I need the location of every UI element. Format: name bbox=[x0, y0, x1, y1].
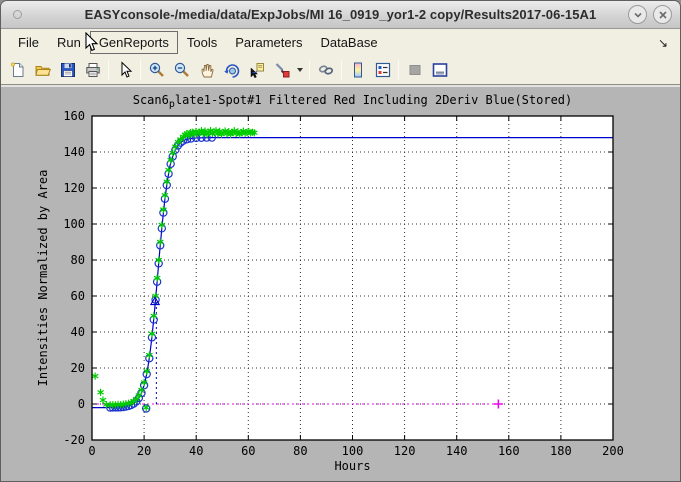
open-file-button[interactable] bbox=[30, 58, 55, 82]
titlebar: EASYconsole-/media/data/ExpJobs/MI 16_09… bbox=[1, 1, 680, 29]
svg-text:20: 20 bbox=[71, 361, 85, 375]
toolbar-separator bbox=[398, 60, 399, 80]
toolbar-separator bbox=[140, 60, 141, 80]
menu-genreports[interactable]: GenReports bbox=[90, 31, 178, 54]
dropdown-arrow-icon bbox=[296, 67, 304, 73]
svg-text:120: 120 bbox=[63, 181, 85, 195]
brush-icon bbox=[273, 61, 291, 79]
close-icon bbox=[658, 10, 668, 20]
hide-plot-tools-button bbox=[402, 58, 427, 82]
open-folder-icon bbox=[34, 61, 52, 79]
legend-icon bbox=[374, 61, 392, 79]
svg-text:140: 140 bbox=[63, 145, 85, 159]
svg-text:60: 60 bbox=[71, 289, 85, 303]
hide-plot-tools-icon bbox=[406, 61, 424, 79]
save-button[interactable] bbox=[55, 58, 80, 82]
link-plot-button[interactable] bbox=[313, 58, 338, 82]
svg-text:40: 40 bbox=[71, 325, 85, 339]
menu-database[interactable]: DataBase bbox=[311, 31, 386, 54]
plot-title: Scan6plate1-Spot#1 Filtered Red Includin… bbox=[133, 93, 573, 110]
pointer-arrow-icon bbox=[116, 61, 134, 79]
svg-text:20: 20 bbox=[137, 444, 151, 458]
menu-run[interactable]: Run bbox=[48, 31, 90, 54]
figure-area[interactable]: 020406080100120140160180200-200204060801… bbox=[1, 85, 680, 482]
svg-text:80: 80 bbox=[293, 444, 307, 458]
brush-options-dropdown[interactable] bbox=[294, 58, 306, 82]
svg-text:0: 0 bbox=[78, 397, 85, 411]
svg-text:0: 0 bbox=[88, 444, 95, 458]
plot-canvas[interactable]: 020406080100120140160180200-200204060801… bbox=[1, 87, 681, 482]
colorbar-icon bbox=[349, 61, 367, 79]
save-floppy-icon bbox=[59, 61, 77, 79]
shade-button[interactable] bbox=[628, 5, 647, 24]
rotate-3d-icon bbox=[223, 61, 241, 79]
menu-file[interactable]: File bbox=[9, 31, 48, 54]
toolbar-separator bbox=[341, 60, 342, 80]
new-file-icon bbox=[9, 61, 27, 79]
rotate-3d-button[interactable] bbox=[219, 58, 244, 82]
svg-text:160: 160 bbox=[498, 444, 520, 458]
toolbar-separator bbox=[309, 60, 310, 80]
x-axis-label: Hours bbox=[334, 459, 370, 473]
dock-figure-icon bbox=[431, 61, 449, 79]
app-window: EASYconsole-/media/data/ExpJobs/MI 16_09… bbox=[0, 0, 681, 482]
svg-text:180: 180 bbox=[550, 444, 572, 458]
link-chain-icon bbox=[317, 61, 335, 79]
toolbar-separator bbox=[108, 60, 109, 80]
zoom-in-button[interactable] bbox=[144, 58, 169, 82]
svg-text:80: 80 bbox=[71, 253, 85, 267]
y-axis-label: Intensities Normalized by Area bbox=[36, 170, 50, 387]
pointer-tool-button[interactable] bbox=[112, 58, 137, 82]
menubar: File Run GenReports Tools Parameters Dat… bbox=[1, 29, 680, 56]
figure-toolbar bbox=[1, 56, 680, 85]
chevron-down-icon bbox=[633, 10, 643, 20]
window-title: EASYconsole-/media/data/ExpJobs/MI 16_09… bbox=[1, 7, 680, 22]
svg-text:100: 100 bbox=[342, 444, 364, 458]
close-button[interactable] bbox=[653, 5, 672, 24]
svg-text:100: 100 bbox=[63, 217, 85, 231]
pan-tool-button[interactable] bbox=[194, 58, 219, 82]
zoom-in-icon bbox=[148, 61, 166, 79]
brush-tool-button[interactable] bbox=[269, 58, 294, 82]
menu-overflow-arrow[interactable]: ↘ bbox=[658, 36, 672, 50]
print-button[interactable] bbox=[80, 58, 105, 82]
data-cursor-icon bbox=[248, 61, 266, 79]
printer-icon bbox=[84, 61, 102, 79]
new-figure-button[interactable] bbox=[5, 58, 30, 82]
zoom-out-icon bbox=[173, 61, 191, 79]
hand-pan-icon bbox=[198, 61, 216, 79]
svg-text:120: 120 bbox=[394, 444, 416, 458]
svg-text:-20: -20 bbox=[63, 433, 85, 447]
zoom-out-button[interactable] bbox=[169, 58, 194, 82]
dock-figure-button[interactable] bbox=[427, 58, 452, 82]
window-icon bbox=[13, 10, 22, 19]
menu-parameters[interactable]: Parameters bbox=[226, 31, 311, 54]
svg-text:200: 200 bbox=[602, 444, 624, 458]
insert-legend-button[interactable] bbox=[370, 58, 395, 82]
menu-tools[interactable]: Tools bbox=[178, 31, 226, 54]
svg-text:60: 60 bbox=[241, 444, 255, 458]
svg-text:40: 40 bbox=[189, 444, 203, 458]
svg-text:160: 160 bbox=[63, 109, 85, 123]
data-cursor-button[interactable] bbox=[244, 58, 269, 82]
insert-colorbar-button[interactable] bbox=[345, 58, 370, 82]
svg-text:140: 140 bbox=[446, 444, 468, 458]
